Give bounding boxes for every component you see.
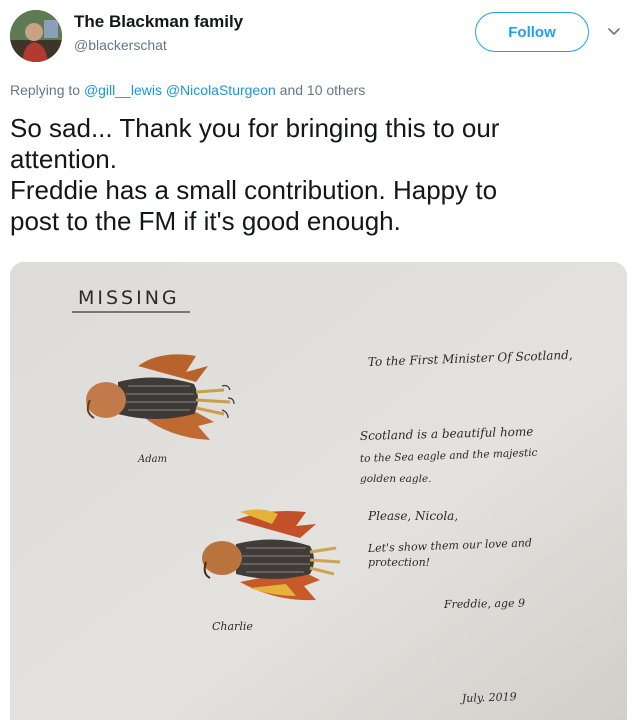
replying-prefix: Replying to [10, 82, 84, 98]
display-name[interactable]: The Blackman family [74, 12, 243, 32]
user-handle[interactable]: @blackerschat [74, 37, 167, 53]
bird-name-charlie: Charlie [212, 620, 253, 633]
avatar-image [10, 10, 62, 62]
bird-name-adam: Adam [137, 454, 167, 465]
chevron-down-icon[interactable] [606, 24, 622, 40]
letter-signature: Freddie, age 9 [443, 597, 525, 611]
tweet-text: So sad... Thank you for bringing this to… [10, 113, 610, 237]
drawing-heading: MISSING [78, 287, 180, 309]
letter-line-6: protection! [368, 556, 430, 569]
letter-line-3: golden eagle. [360, 473, 432, 485]
follow-button[interactable]: Follow [475, 12, 589, 52]
tweet-photo[interactable]: MISSING Adam Charlie To the First Minist… [10, 262, 627, 720]
replying-suffix[interactable]: and 10 others [276, 82, 366, 98]
tweet-text-line: attention. [10, 144, 117, 174]
letter-date: July. 2019 [460, 690, 517, 705]
replying-mentions[interactable]: @gill__lewis @NicolaSturgeon [84, 82, 276, 98]
letter-line-4: Please, Nicola, [367, 509, 458, 523]
avatar[interactable] [10, 10, 62, 62]
tweet-text-line: post to the FM if it's good enough. [10, 206, 401, 236]
replying-to: Replying to @gill__lewis @NicolaSturgeon… [10, 82, 365, 98]
tweet-text-line: Freddie has a small contribution. Happy … [10, 175, 498, 205]
drawing-canvas: MISSING Adam Charlie To the First Minist… [10, 262, 627, 720]
tweet-text-line: So sad... Thank you for bringing this to… [10, 113, 500, 143]
